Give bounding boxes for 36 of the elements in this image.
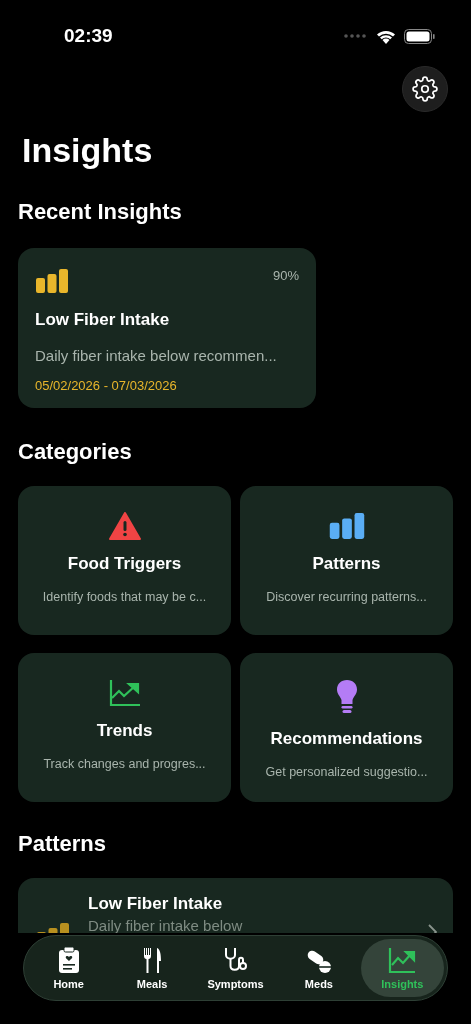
battery-icon — [404, 28, 435, 44]
section-heading: Recent Insights — [18, 198, 183, 226]
category-description: Get personalized suggestio... — [265, 765, 428, 779]
tab-button[interactable]: Meds — [277, 939, 361, 997]
section-heading: Categories — [18, 438, 133, 466]
category-title: Trends — [96, 721, 153, 741]
insight-description: Daily fiber intake below recommen... — [35, 347, 278, 364]
category-description: Track changes and progres... — [43, 757, 206, 771]
page-title: Insights — [22, 130, 154, 170]
insight-card[interactable]: 90% Low Fiber Intake Daily fiber intake below recommen... 05/02/2026 - 07/03/2026 — [18, 248, 316, 408]
bar-chart-icon — [36, 922, 70, 933]
wifi-icon — [376, 28, 396, 44]
tab-button[interactable]: Symptoms — [193, 939, 278, 997]
bar-chart-icon — [35, 268, 69, 294]
insight-title: Low Fiber Intake — [35, 310, 171, 330]
tab-button[interactable]: Insights — [360, 939, 445, 997]
cellular-signal-icon — [344, 34, 368, 38]
section-heading: Patterns — [18, 830, 108, 858]
pattern-title: Low Fiber Intake — [88, 894, 224, 914]
status-time: 02:39 — [64, 25, 113, 47]
date-range: 05/02/2026 - 07/03/2026 — [35, 378, 178, 393]
category-title: Food Triggers — [67, 554, 182, 574]
category-title: Patterns — [312, 554, 381, 574]
category-card[interactable]: Recommendations Get personalized suggestio... — [240, 653, 453, 802]
confidence-text: 90% — [272, 268, 299, 283]
category-card[interactable]: Patterns Discover recurring patterns... — [240, 486, 453, 635]
category-card[interactable]: Food Triggers Identify foods that may be c... — [18, 486, 231, 635]
settings-icon — [412, 76, 438, 102]
category-card[interactable]: Trends Track changes and progres... — [18, 653, 231, 802]
tab-button[interactable]: Home — [27, 939, 111, 997]
category-title: Recommendations — [270, 729, 423, 749]
tab-button[interactable]: Meals — [110, 939, 194, 997]
settings-button[interactable] — [402, 66, 448, 112]
category-description: Discover recurring patterns... — [266, 590, 427, 604]
trend-chart-icon — [388, 946, 417, 974]
category-description: Identify foods that may be c... — [42, 590, 207, 604]
